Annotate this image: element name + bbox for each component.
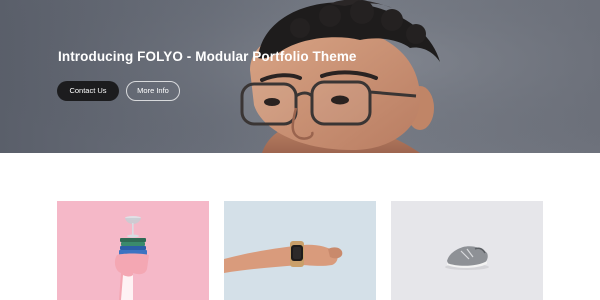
hero-title: Introducing FOLYO - Modular Portfolio Th… [58, 49, 357, 64]
arm-with-smartwatch-image [224, 241, 343, 273]
hero-banner: Introducing FOLYO - Modular Portfolio Th… [0, 0, 600, 153]
page: Introducing FOLYO - Modular Portfolio Th… [0, 0, 600, 300]
contact-us-button[interactable]: Contact Us [57, 81, 119, 101]
more-info-button[interactable]: More Info [126, 81, 180, 101]
portfolio-card-sneaker[interactable] [391, 201, 543, 300]
portfolio-card-smartwatch[interactable] [224, 201, 376, 300]
portfolio-card-hand-glass[interactable] [57, 201, 209, 300]
hand-holding-glass-image [114, 216, 149, 300]
grey-sneaker-image [445, 246, 489, 270]
hero-portrait-image [0, 0, 600, 153]
